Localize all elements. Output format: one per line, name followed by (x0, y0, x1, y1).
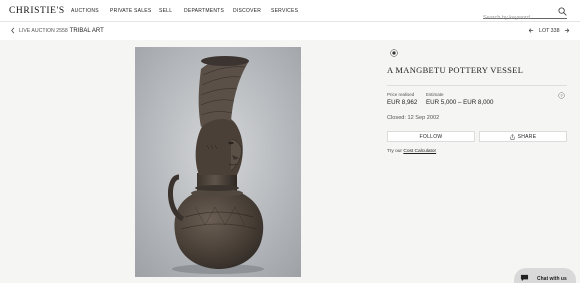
arrow-left-icon[interactable] (528, 27, 534, 34)
nav-discover[interactable]: DISCOVER (233, 8, 271, 14)
closed-date: Closed: 12 Sep 2002 (387, 115, 440, 121)
follow-button[interactable]: FOLLOW (387, 131, 475, 142)
estimate-label: Estimate (426, 92, 444, 97)
lot-number: LOT 338 (539, 27, 560, 34)
sale-category: TRIBAL ART (69, 27, 104, 34)
auction-badge-icon (390, 49, 398, 57)
nav-services[interactable]: SERVICES (271, 8, 301, 14)
share-button-label: SHARE (517, 133, 537, 140)
sale-number: LIVE AUCTION 2558 (19, 27, 68, 34)
nav-private-sales[interactable]: PRIVATE SALES (110, 8, 159, 14)
svg-text:?: ? (560, 93, 563, 98)
nav-departments[interactable]: DEPARTMENTS (184, 8, 233, 14)
price-realised-value: EUR 8,962 (387, 99, 418, 106)
share-icon (510, 133, 515, 140)
christies-logo[interactable]: CHRISTIE'S (9, 6, 65, 16)
search-box (483, 6, 567, 21)
divider (387, 85, 567, 86)
lot-navigation: LOT 338 (528, 27, 570, 34)
lot-image[interactable] (135, 47, 301, 277)
calc-prefix: Try our (387, 149, 403, 154)
lot-title: A MANGBETU POTTERY VESSEL (387, 65, 524, 75)
search-icon[interactable] (558, 7, 567, 16)
nav-auctions[interactable]: AUCTIONS (71, 8, 110, 14)
arrow-right-icon[interactable] (564, 27, 570, 34)
search-input[interactable] (483, 12, 553, 21)
chat-label: Chat with us (537, 276, 567, 282)
chat-button[interactable]: Chat with us (514, 268, 576, 283)
chevron-left-icon (11, 27, 15, 34)
site-header: CHRISTIE'S AUCTIONS PRIVATE SALES SELL D… (0, 0, 580, 22)
follow-button-label: FOLLOW (419, 133, 443, 140)
cost-calculator-line: Try our Cost Calculator (387, 149, 436, 154)
lot-subbar: LIVE AUCTION 2558 TRIBAL ART LOT 338 (0, 23, 580, 39)
price-realised-label: Price realised (387, 92, 415, 97)
cost-calculator-link[interactable]: Cost Calculator (403, 149, 436, 154)
nav-sell[interactable]: SELL (159, 8, 184, 14)
chat-bubble-icon (520, 274, 529, 282)
share-button[interactable]: SHARE (479, 131, 567, 142)
lot-main: A MANGBETU POTTERY VESSEL Price realised… (0, 40, 580, 283)
help-icon[interactable]: ? (558, 92, 565, 99)
lot-details-panel: A MANGBETU POTTERY VESSEL Price realised… (387, 40, 567, 283)
estimate-value: EUR 5,000 – EUR 8,000 (426, 99, 494, 106)
main-nav: AUCTIONS PRIVATE SALES SELL DEPARTMENTS … (71, 8, 301, 14)
back-to-sale-link[interactable]: LIVE AUCTION 2558 TRIBAL ART (10, 27, 104, 34)
